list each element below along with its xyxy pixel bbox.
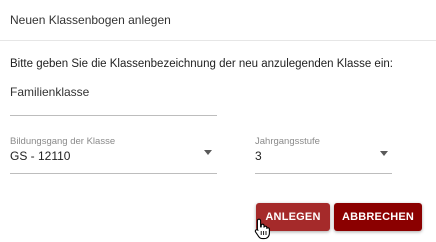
jahrgangsstufe-value[interactable]: 3 bbox=[255, 149, 262, 163]
class-name-input[interactable]: Familienklasse bbox=[10, 80, 217, 116]
chevron-down-icon[interactable] bbox=[380, 151, 388, 156]
class-name-value[interactable]: Familienklasse bbox=[10, 85, 89, 99]
dialog-title: Neuen Klassenbogen anlegen bbox=[10, 13, 171, 27]
bildungsgang-underline bbox=[10, 173, 217, 174]
jahrgangsstufe-underline bbox=[255, 173, 392, 174]
bildungsgang-label: Bildungsgang der Klasse bbox=[10, 136, 116, 147]
jahrgangsstufe-select[interactable]: Jahrgangsstufe 3 bbox=[255, 136, 392, 174]
jahrgangsstufe-label: Jahrgangsstufe bbox=[255, 136, 320, 147]
instruction-text: Bitte geben Sie die Klassenbezeichnung d… bbox=[10, 58, 393, 70]
bildungsgang-value[interactable]: GS - 12110 bbox=[10, 149, 70, 163]
bildungsgang-select[interactable]: Bildungsgang der Klasse GS - 12110 bbox=[10, 136, 217, 174]
chevron-down-icon[interactable] bbox=[204, 150, 212, 155]
class-name-underline bbox=[10, 115, 217, 116]
hand-pointer-icon bbox=[254, 218, 270, 240]
title-divider bbox=[0, 40, 436, 41]
abbrechen-button[interactable]: ABBRECHEN bbox=[334, 203, 422, 231]
